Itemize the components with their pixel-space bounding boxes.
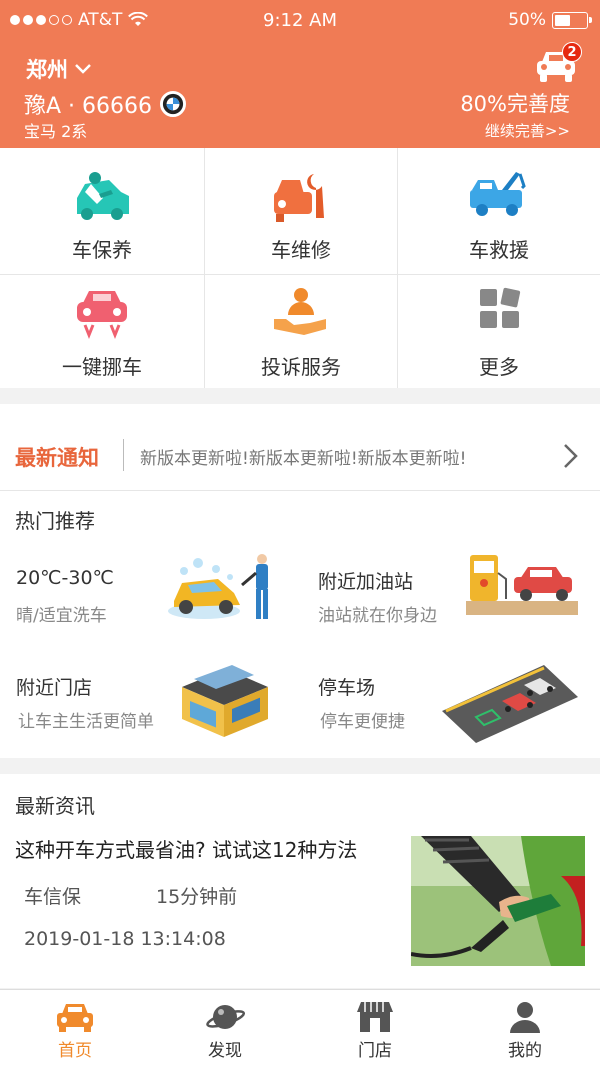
service-grid: 车保养 车维修 车救援 一键挪车 投诉服务 更多 (0, 148, 600, 388)
news-section: 最新资讯 这种开车方式最省油? 试试这12种方法 车信保 15分钟前 2019-… (0, 774, 600, 988)
hot-recommend-section: 热门推荐 20℃-30℃ 晴/适宜洗车 附近加油站 油站就在你身边 附近门店 让… (0, 490, 600, 758)
car-model: 宝马 2系 (24, 122, 88, 141)
rec-title: 附近加油站 (318, 571, 414, 593)
rec-title: 20℃-30℃ (16, 567, 114, 589)
service-complaint[interactable]: 投诉服务 (205, 275, 398, 388)
rec-title: 停车场 (318, 677, 376, 699)
service-label: 车救援 (469, 238, 529, 262)
rec-subtitle: 油站就在你身边 (318, 606, 437, 626)
notification-badge: 2 (562, 42, 582, 62)
battery-percent: 50% (508, 10, 546, 30)
plate-number: 豫A · 66666 (24, 94, 153, 119)
home-car-icon (57, 1004, 93, 1032)
rec-subtitle: 停车更便捷 (320, 712, 405, 732)
notice-text: 新版本更新啦!新版本更新啦!新版本更新啦! (140, 449, 467, 469)
continue-completing-link[interactable]: 继续完善>> (485, 120, 570, 141)
user-icon (510, 1002, 540, 1033)
news-date: 2019-01-18 13:14:08 (24, 928, 226, 950)
service-car-repair[interactable]: 车维修 (205, 148, 398, 275)
city-name: 郑州 (26, 58, 68, 82)
tab-label: 发现 (208, 1041, 242, 1061)
tab-store[interactable]: 门店 (300, 990, 450, 1067)
tab-label: 我的 (508, 1041, 542, 1061)
more-grid-icon (480, 287, 521, 328)
rec-gas-station[interactable]: 附近加油站 油站就在你身边 (300, 543, 600, 653)
city-selector[interactable]: 郑州 (26, 54, 92, 84)
auto-store-illustration (182, 665, 268, 737)
service-label: 车维修 (271, 238, 331, 262)
status-bar: AT&T 9:12 AM 50% (0, 0, 600, 40)
service-car-maintenance[interactable]: 车保养 (0, 148, 205, 275)
service-label: 更多 (479, 355, 519, 379)
license-plate[interactable]: 豫A · 66666 (24, 88, 187, 120)
rec-title: 附近门店 (16, 677, 93, 699)
rec-subtitle: 晴/适宜洗车 (16, 606, 107, 626)
tab-label: 门店 (358, 1041, 392, 1061)
rec-subtitle: 让车主生活更简单 (18, 712, 154, 732)
planet-icon (206, 1005, 245, 1029)
tow-truck-icon (470, 172, 526, 216)
gas-station-illustration (466, 555, 578, 615)
tab-label: 首页 (58, 1041, 92, 1061)
tab-discover[interactable]: 发现 (150, 990, 300, 1067)
battery-icon (552, 11, 592, 29)
complaint-service-icon (274, 288, 326, 335)
chevron-right-icon[interactable] (562, 442, 580, 470)
car-maintenance-icon (77, 172, 129, 220)
chevron-down-icon (75, 64, 91, 74)
profile-completeness: 80%完善度 (460, 92, 570, 116)
tab-home[interactable]: 首页 (0, 990, 150, 1067)
service-roadside-rescue[interactable]: 车救援 (398, 148, 600, 275)
rec-nearby-store[interactable]: 附近门店 让车主生活更简单 (0, 653, 300, 759)
battery-status: 50% (508, 10, 592, 30)
service-label: 一键挪车 (62, 355, 142, 379)
my-car-button[interactable]: 2 (534, 42, 582, 84)
news-time-ago: 15分钟前 (156, 886, 238, 908)
section-title: 热门推荐 (15, 509, 95, 533)
header: AT&T 9:12 AM 50% 郑州 豫A · 66666 宝马 2系 2 8… (0, 0, 600, 148)
notice-bar[interactable]: 最新通知 新版本更新啦!新版本更新啦!新版本更新啦! (0, 404, 600, 490)
news-source: 车信保 (24, 886, 82, 908)
car-repair-icon (274, 170, 324, 222)
news-headline[interactable]: 这种开车方式最省油? 试试这12种方法 (15, 834, 357, 863)
divider (123, 439, 124, 471)
section-title: 最新资讯 (15, 794, 95, 818)
service-label: 车保养 (72, 238, 132, 262)
car-wash-illustration (168, 554, 268, 619)
bmw-logo-icon (160, 91, 187, 117)
service-move-car[interactable]: 一键挪车 (0, 275, 205, 388)
rec-weather[interactable]: 20℃-30℃ 晴/适宜洗车 (0, 543, 300, 653)
rec-parking-lot[interactable]: 停车场 停车更便捷 (300, 653, 600, 759)
tab-mine[interactable]: 我的 (450, 990, 600, 1067)
move-car-icon (77, 291, 127, 340)
service-more[interactable]: 更多 (398, 275, 600, 388)
store-icon (357, 1002, 393, 1032)
bottom-tab-bar: 首页 发现 门店 我的 (0, 989, 600, 1067)
service-label: 投诉服务 (261, 355, 341, 379)
notice-tag: 最新通知 (15, 446, 99, 470)
parking-lot-illustration (442, 665, 578, 743)
refueling-photo (411, 836, 585, 966)
